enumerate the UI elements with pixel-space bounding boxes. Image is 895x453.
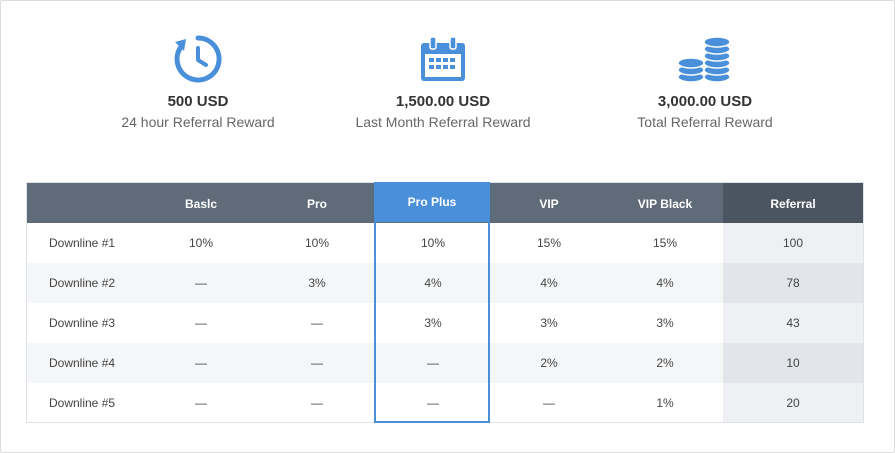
table-cell: 20 [786, 396, 800, 410]
table-cell: 1% [656, 396, 674, 410]
stat-label: Last Month Referral Reward [355, 114, 531, 130]
table-cell: 4% [656, 276, 674, 290]
column-header: VIP [539, 197, 559, 211]
table-cell: 2% [540, 356, 558, 370]
table-cell: 4% [540, 276, 558, 290]
table-cell: 43 [786, 316, 800, 330]
table-cell: 10% [304, 236, 330, 250]
stat-total: 3,000.00 USD Total Referral Reward [585, 34, 825, 130]
table-cell: — [195, 396, 207, 410]
table-cell: 3% [308, 276, 326, 290]
table-cell: — [195, 316, 207, 330]
calendar-icon [323, 34, 563, 84]
table-cell: — [195, 356, 207, 370]
stat-last-month: 1,500.00 USD Last Month Referral Reward [323, 34, 563, 130]
table-cell: — [311, 316, 323, 330]
table-cell: 3% [540, 316, 558, 330]
stat-amount: 500 USD [167, 93, 229, 110]
row-label: Downline #3 [49, 316, 116, 330]
referral-header-bg: Referral [723, 183, 863, 223]
coin-stacks-icon [585, 34, 825, 84]
stat-amount: 3,000.00 USD [657, 93, 753, 110]
row-label: Downline #2 [49, 276, 116, 290]
pro-plus-column-highlight [374, 182, 490, 423]
table-cell: 100 [782, 236, 804, 250]
table-cell: 10% [188, 236, 214, 250]
column-header: Baslc [184, 197, 218, 211]
column-header: Referral [770, 197, 816, 211]
row-label: Downline #5 [49, 396, 116, 410]
table-cell: 15% [536, 236, 562, 250]
table-cell: 2% [656, 356, 674, 370]
table-cell: 3% [656, 316, 674, 330]
table-cell: 15% [652, 236, 678, 250]
table-cell: 78 [786, 276, 800, 290]
clock-refresh-icon [78, 34, 318, 84]
column-header: Pro [306, 197, 327, 211]
stat-label: Total Referral Reward [637, 114, 773, 130]
stat-label: 24 hour Referral Reward [121, 114, 275, 130]
row-label: Downline #4 [49, 356, 116, 370]
column-header: VIP Black [637, 197, 693, 211]
table-cell: 10 [786, 356, 800, 370]
stat-amount: 1,500.00 USD [395, 93, 491, 110]
stat-24h: 500 USD 24 hour Referral Reward [78, 34, 318, 130]
table-cell: — [311, 396, 323, 410]
table-cell: — [543, 396, 555, 410]
table-cell: — [311, 356, 323, 370]
row-label: Downline #1 [49, 236, 116, 250]
table-cell: — [195, 276, 207, 290]
